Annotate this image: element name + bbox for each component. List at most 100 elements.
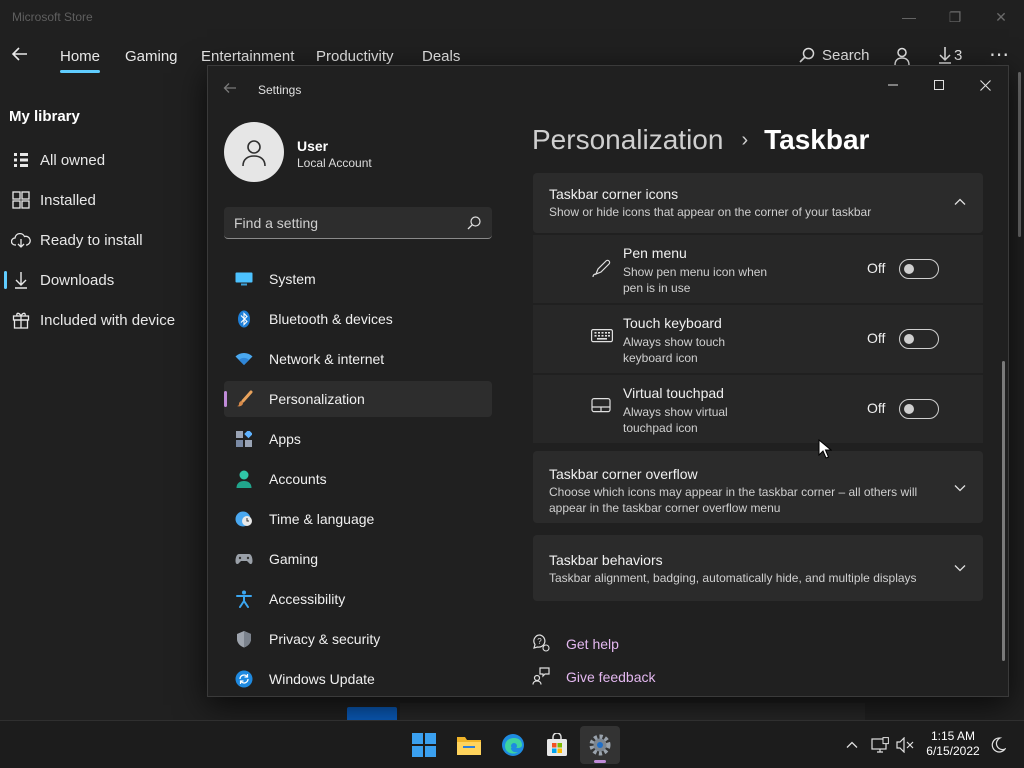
focus-assist-moon-icon[interactable] [988, 735, 1008, 755]
grid-dots-icon [10, 149, 32, 171]
get-help-link[interactable]: ? Get help [532, 632, 619, 656]
nav-item-system[interactable]: System [224, 261, 492, 297]
close-button[interactable] [962, 70, 1008, 100]
search-icon[interactable] [466, 215, 482, 231]
chevron-up-icon[interactable] [953, 195, 969, 211]
search-icon [799, 47, 815, 63]
nav-label: Windows Update [269, 671, 375, 687]
library-item-included[interactable]: Included with device [0, 302, 205, 338]
brush-icon [234, 389, 254, 409]
toggle-knob [904, 334, 914, 344]
virtual-touchpad-title: Virtual touchpad [623, 385, 724, 401]
file-explorer-button[interactable] [449, 726, 489, 764]
back-arrow-icon[interactable] [10, 44, 32, 68]
downloads-button[interactable]: 3 [938, 46, 962, 64]
maximize-button[interactable] [916, 70, 962, 100]
virtual-touchpad-description: Always show virtual touchpad icon [623, 405, 728, 435]
nav-item-personalization[interactable]: Personalization [224, 381, 492, 417]
svg-text:?: ? [537, 637, 542, 646]
chevron-up-icon[interactable] [842, 735, 862, 755]
pen-menu-state: Off [867, 260, 886, 276]
library-item-installed[interactable]: Installed [0, 182, 205, 218]
store-content-strip [400, 703, 865, 720]
library-item-ready-to-install[interactable]: Ready to install [0, 222, 205, 258]
store-minimize-button[interactable]: — [894, 6, 924, 28]
store-button[interactable] [537, 726, 577, 764]
corner-icons-header[interactable]: Taskbar corner icons Show or hide icons … [533, 173, 983, 233]
store-scrollbar[interactable] [1018, 72, 1021, 237]
find-setting-box[interactable] [224, 207, 492, 239]
feedback-icon [532, 667, 552, 687]
nav-item-bluetooth[interactable]: Bluetooth & devices [224, 301, 492, 337]
apps-icon [234, 429, 254, 449]
store-progress-strip [347, 707, 397, 720]
find-setting-input[interactable] [234, 213, 454, 233]
settings-title: Settings [258, 83, 302, 97]
account-button[interactable] [892, 46, 912, 66]
settings-scrollbar[interactable] [1002, 361, 1005, 661]
network-monitor-icon[interactable] [870, 735, 890, 755]
mouse-cursor [818, 438, 833, 459]
virtual-touchpad-toggle[interactable] [899, 399, 939, 419]
nav-item-gaming[interactable]: Gaming [224, 541, 492, 577]
cloud-download-icon [10, 229, 32, 251]
back-arrow-icon[interactable] [222, 80, 242, 100]
section-description: Choose which icons may appear in the tas… [549, 485, 918, 515]
nav-item-network[interactable]: Network & internet [224, 341, 492, 377]
avatar[interactable] [224, 122, 284, 182]
nav-item-apps[interactable]: Apps [224, 421, 492, 457]
library-item-label: Installed [40, 191, 96, 209]
chevron-down-icon[interactable] [953, 561, 969, 577]
volume-muted-icon[interactable] [895, 735, 915, 755]
download-icon [939, 47, 951, 64]
store-tab-gaming[interactable]: Gaming [125, 48, 178, 65]
library-title: My library [9, 108, 80, 125]
store-tab-entertainment[interactable]: Entertainment [201, 48, 294, 65]
person-icon [242, 140, 266, 167]
touch-keyboard-toggle[interactable] [899, 329, 939, 349]
start-button[interactable] [404, 726, 444, 764]
store-close-button[interactable]: ✕ [986, 6, 1016, 28]
give-feedback-link[interactable]: Give feedback [532, 665, 656, 689]
store-title: Microsoft Store [12, 10, 93, 24]
more-options-icon[interactable]: ⋯ [989, 42, 1009, 67]
shield-icon [234, 629, 254, 649]
store-titlebar: Microsoft Store — ❐ ✕ [0, 0, 1024, 34]
page-title: Taskbar [764, 124, 870, 155]
library-item-label: Included with device [40, 311, 176, 329]
clock-date: 6/15/2022 [926, 744, 980, 758]
settings-app-button[interactable] [580, 726, 620, 764]
breadcrumb-parent[interactable]: Personalization [532, 124, 723, 156]
library-item-all-owned[interactable]: All owned [0, 142, 205, 178]
folder-icon [457, 737, 481, 755]
store-tab-productivity[interactable]: Productivity [316, 48, 394, 65]
store-tab-home[interactable]: Home [60, 48, 101, 73]
monitor-icon [234, 269, 254, 289]
person-icon [234, 469, 254, 489]
give-feedback-label: Give feedback [566, 669, 656, 685]
nav-item-accounts[interactable]: Accounts [224, 461, 492, 497]
nav-item-windows-update[interactable]: Windows Update [224, 661, 492, 696]
nav-label: Time & language [269, 511, 375, 527]
nav-item-time-language[interactable]: Time & language [224, 501, 492, 537]
store-bag-icon [547, 733, 567, 756]
taskbar-behaviors-card[interactable]: Taskbar behaviors Taskbar alignment, bad… [533, 535, 983, 601]
download-icon [10, 269, 32, 291]
nav-item-privacy[interactable]: Privacy & security [224, 621, 492, 657]
pen-menu-toggle[interactable] [899, 259, 939, 279]
store-restore-button[interactable]: ❐ [940, 6, 970, 28]
store-search-button[interactable]: Search [798, 46, 870, 64]
corner-overflow-card[interactable]: Taskbar corner overflow Choose which ico… [533, 451, 983, 523]
virtual-touchpad-state: Off [867, 400, 886, 416]
help-chat-icon: ? [532, 634, 552, 654]
edge-button[interactable] [493, 726, 533, 764]
taskbar-clock[interactable]: 1:15 AM 6/15/2022 [920, 729, 986, 759]
store-tab-deals[interactable]: Deals [422, 48, 460, 65]
chevron-down-icon[interactable] [953, 481, 969, 497]
breadcrumb-separator: › [741, 128, 749, 151]
minimize-button[interactable] [870, 70, 916, 100]
nav-label: Network & internet [269, 351, 385, 367]
touch-keyboard-row: Touch keyboard Always show touch keyboar… [533, 305, 983, 373]
library-item-downloads[interactable]: Downloads [0, 262, 205, 298]
nav-item-accessibility[interactable]: Accessibility [224, 581, 492, 617]
